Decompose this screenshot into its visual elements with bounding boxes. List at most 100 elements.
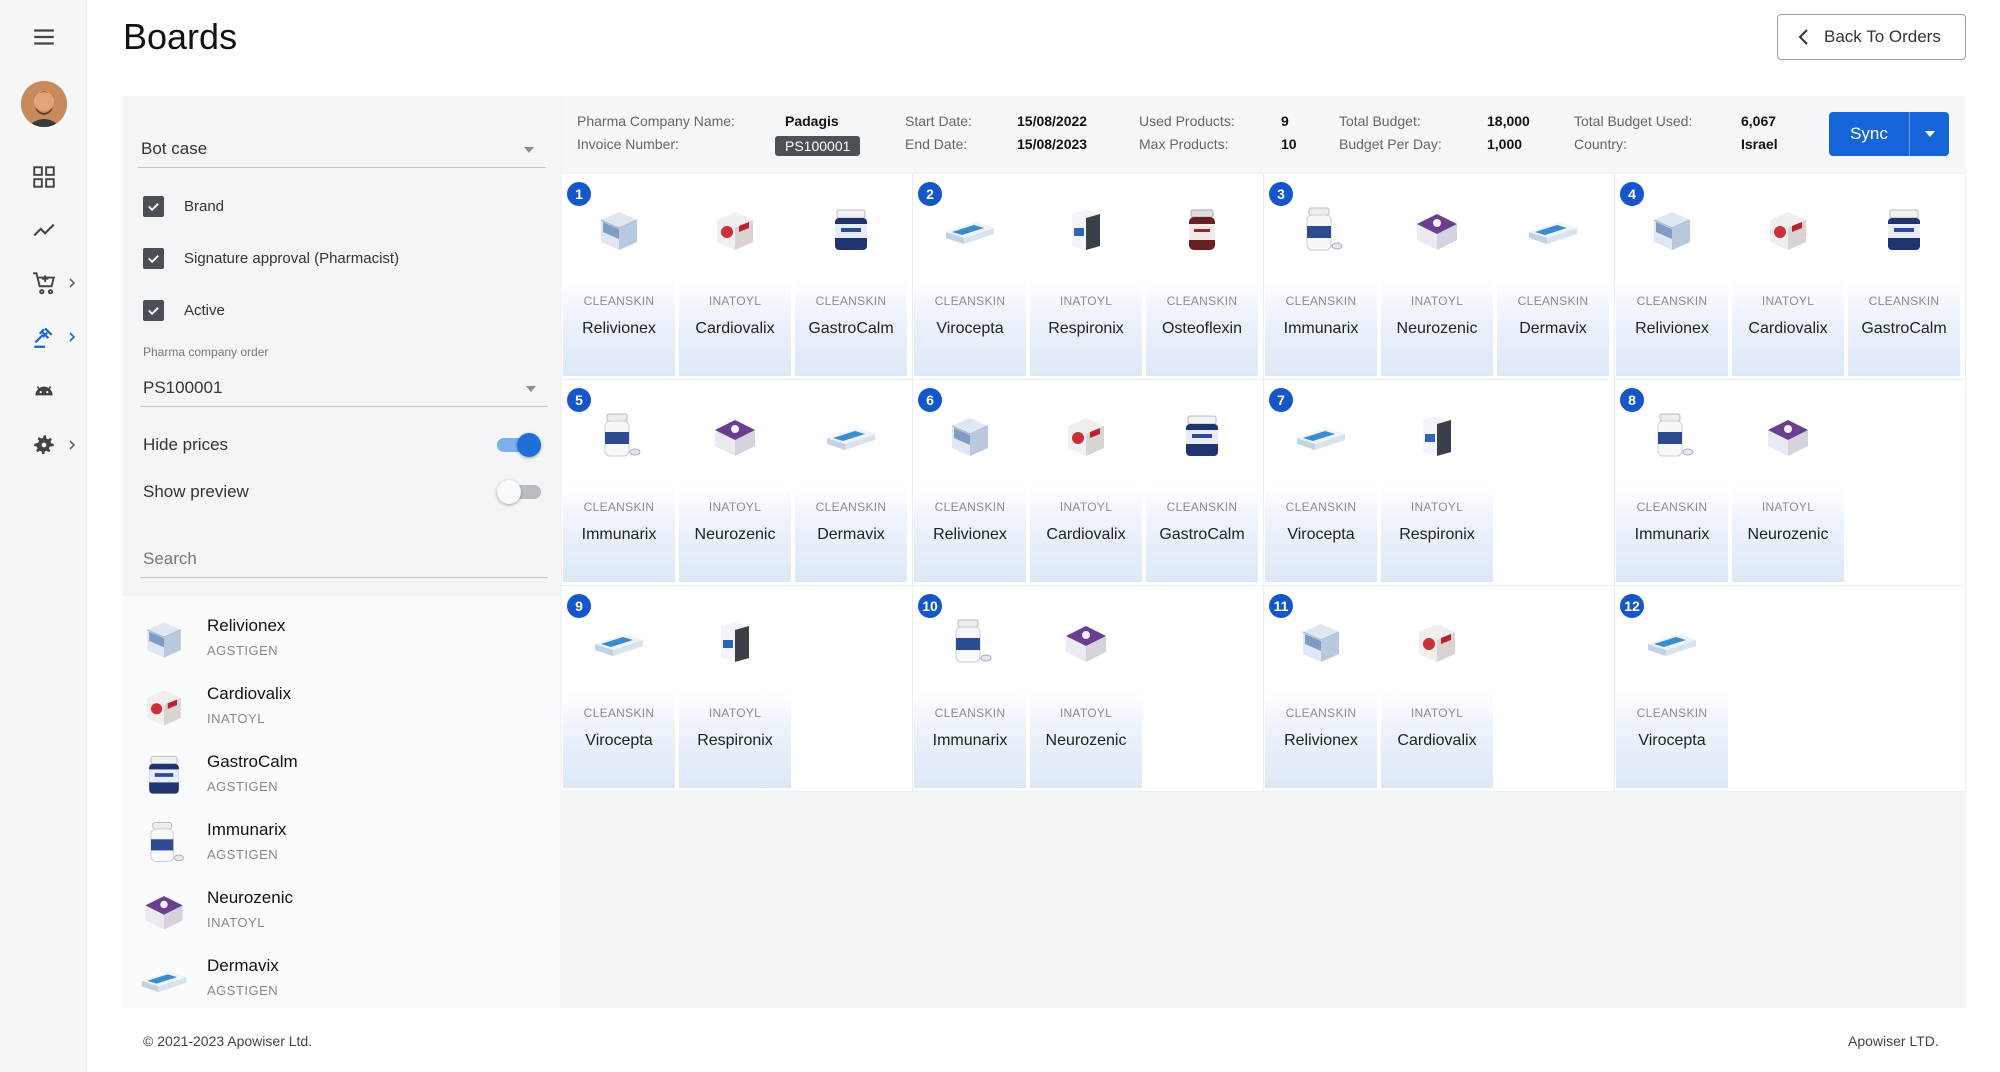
dashboard-icon[interactable] bbox=[0, 155, 87, 199]
tile-brand: INATOYL bbox=[1761, 294, 1815, 308]
gavel-icon[interactable] bbox=[0, 315, 87, 359]
show-preview-toggle[interactable] bbox=[497, 480, 541, 504]
board-product-tile[interactable]: INATOYL Cardiovalix bbox=[1732, 174, 1844, 376]
board-card[interactable]: 1 CLEANSKIN Relivionex INATOYL Cardiovalix CL… bbox=[562, 174, 913, 380]
tile-brand: CLEANSKIN bbox=[1166, 500, 1238, 514]
board-product-tile[interactable]: CLEANSKIN GastroCalm bbox=[1146, 380, 1258, 582]
tile-product-name: Cardiovalix bbox=[695, 320, 775, 337]
back-to-orders-button[interactable]: Back To Orders bbox=[1777, 14, 1966, 60]
board-card[interactable]: 3 CLEANSKIN Immunarix INATOYL Neurozenic CLEA… bbox=[1264, 174, 1615, 380]
company-label: Pharma Company Name: bbox=[577, 113, 735, 129]
tile-product-name: Virocepta bbox=[585, 732, 653, 749]
board-product-tile[interactable]: INATOYL Neurozenic bbox=[679, 380, 791, 582]
board-product-tile[interactable]: INATOYL Respironix bbox=[679, 586, 791, 788]
product-image bbox=[1058, 408, 1114, 464]
board-product-tile[interactable]: CLEANSKIN Osteoflexin bbox=[1146, 174, 1258, 376]
bot-case-select[interactable]: Bot case bbox=[138, 132, 546, 168]
tile-product-name: Cardiovalix bbox=[1046, 526, 1126, 543]
board-product-tile[interactable]: INATOYL Neurozenic bbox=[1030, 586, 1142, 788]
tile-product-name: Respironix bbox=[1399, 526, 1475, 543]
android-icon[interactable] bbox=[0, 369, 87, 413]
board-product-tile[interactable]: INATOYL Respironix bbox=[1381, 380, 1493, 582]
page-title: Boards bbox=[123, 16, 238, 57]
pharma-order-select[interactable]: Pharma company order PS100001 bbox=[140, 345, 548, 407]
board-product-tile[interactable]: INATOYL Respironix bbox=[1030, 174, 1142, 376]
board-card[interactable]: 6 CLEANSKIN Relivionex INATOYL Cardiovalix CL… bbox=[913, 380, 1264, 586]
used-products-label: Used Products: bbox=[1139, 113, 1235, 129]
board-product-tile[interactable]: INATOYL Neurozenic bbox=[1381, 174, 1493, 376]
board-card[interactable]: 11 CLEANSKIN Relivionex INATOYL Cardiovalix bbox=[1264, 586, 1615, 792]
board-product-tile[interactable]: INATOYL Cardiovalix bbox=[679, 174, 791, 376]
footer-copyright: © 2021-2023 Apowiser Ltd. bbox=[143, 1033, 313, 1049]
pharma-order-value: PS100001 bbox=[143, 378, 223, 397]
board-product-tile[interactable]: INATOYL Neurozenic bbox=[1732, 380, 1844, 582]
cart-icon[interactable] bbox=[0, 261, 87, 305]
search-input[interactable]: Search bbox=[140, 540, 548, 578]
sync-button[interactable]: Sync bbox=[1829, 112, 1909, 156]
tile-brand: CLEANSKIN bbox=[1285, 500, 1357, 514]
active-checkbox[interactable]: Active bbox=[143, 298, 225, 322]
product-brand: INATOYL bbox=[207, 915, 265, 930]
product-list-item[interactable]: Relivionex AGSTIGEN bbox=[138, 610, 538, 672]
brand-checkbox[interactable]: Brand bbox=[143, 194, 224, 218]
tile-brand: CLEANSKIN bbox=[583, 294, 655, 308]
product-image bbox=[1409, 202, 1465, 258]
board-card[interactable]: 9 CLEANSKIN Virocepta INATOYL Respironix bbox=[562, 586, 913, 792]
tile-brand: CLEANSKIN bbox=[1636, 294, 1708, 308]
board-number-badge: 11 bbox=[1269, 594, 1293, 618]
product-list-item[interactable]: Immunarix AGSTIGEN bbox=[138, 814, 538, 876]
board-card[interactable]: 5 CLEANSKIN Immunarix INATOYL Neurozenic CLEA… bbox=[562, 380, 913, 586]
tile-brand: CLEANSKIN bbox=[1636, 706, 1708, 720]
board-product-tile[interactable]: INATOYL Cardiovalix bbox=[1381, 586, 1493, 788]
tile-brand: CLEANSKIN bbox=[815, 500, 887, 514]
menu-icon[interactable] bbox=[0, 15, 87, 59]
tile-brand: CLEANSKIN bbox=[815, 294, 887, 308]
search-placeholder: Search bbox=[143, 549, 197, 568]
board-card[interactable]: 2 CLEANSKIN Virocepta INATOYL Respironix CLEA… bbox=[913, 174, 1264, 380]
board-number-badge: 3 bbox=[1269, 182, 1293, 206]
product-image bbox=[1644, 614, 1700, 670]
settings-icon[interactable] bbox=[0, 423, 87, 467]
board-product-tile[interactable]: INATOYL Cardiovalix bbox=[1030, 380, 1142, 582]
board-card[interactable]: 4 CLEANSKIN Relivionex INATOYL Cardiovalix CL… bbox=[1615, 174, 1966, 380]
board-product-tile[interactable]: CLEANSKIN GastroCalm bbox=[795, 174, 907, 376]
trending-icon[interactable] bbox=[0, 208, 87, 252]
chevron-right-icon bbox=[69, 278, 76, 288]
show-preview-row: Show preview bbox=[143, 477, 541, 507]
tile-brand: INATOYL bbox=[1059, 500, 1113, 514]
tile-product-name: GastroCalm bbox=[1861, 320, 1947, 337]
board-card[interactable]: 7 CLEANSKIN Virocepta INATOYL Respironix bbox=[1264, 380, 1615, 586]
active-checkbox-label: Active bbox=[184, 301, 225, 319]
board-product-tile[interactable]: CLEANSKIN Dermavix bbox=[795, 380, 907, 582]
sync-dropdown-button[interactable] bbox=[1909, 112, 1949, 156]
product-brand: INATOYL bbox=[207, 711, 265, 726]
product-brand: AGSTIGEN bbox=[207, 779, 279, 794]
hide-prices-toggle[interactable] bbox=[497, 433, 541, 457]
signature-approval-checkbox[interactable]: Signature approval (Pharmacist) bbox=[143, 246, 399, 270]
nav-rail bbox=[0, 0, 87, 1072]
tile-product-name: Neurozenic bbox=[1045, 732, 1127, 749]
checkbox-checked-icon[interactable] bbox=[143, 195, 164, 217]
product-list-item[interactable]: Cardiovalix INATOYL bbox=[138, 678, 538, 740]
board-product-tile[interactable]: CLEANSKIN GastroCalm bbox=[1848, 174, 1960, 376]
product-list-item[interactable]: Dermavix AGSTIGEN bbox=[138, 950, 538, 1012]
tile-brand: CLEANSKIN bbox=[1517, 294, 1589, 308]
avatar[interactable] bbox=[21, 81, 67, 127]
board-card[interactable]: 10 CLEANSKIN Immunarix INATOYL Neurozenic bbox=[913, 586, 1264, 792]
hide-prices-row: Hide prices bbox=[143, 430, 541, 460]
product-image bbox=[1174, 408, 1230, 464]
board-card[interactable]: 8 CLEANSKIN Immunarix INATOYL Neurozenic bbox=[1615, 380, 1966, 586]
tile-brand: CLEANSKIN bbox=[934, 706, 1006, 720]
product-list-item[interactable]: GastroCalm AGSTIGEN bbox=[138, 746, 538, 808]
product-list-item[interactable]: Neurozenic INATOYL bbox=[138, 882, 538, 944]
tile-product-name: Immunarix bbox=[1634, 526, 1710, 543]
total-budget-used-value: 6,067 bbox=[1741, 113, 1777, 129]
board-number-badge: 9 bbox=[567, 594, 591, 618]
tile-product-name: Virocepta bbox=[1287, 526, 1355, 543]
board-product-tile[interactable]: CLEANSKIN Dermavix bbox=[1497, 174, 1609, 376]
checkbox-checked-icon[interactable] bbox=[143, 299, 164, 321]
checkbox-checked-icon[interactable] bbox=[143, 247, 164, 269]
tile-brand: CLEANSKIN bbox=[583, 500, 655, 514]
board-card[interactable]: 12 CLEANSKIN Virocepta bbox=[1615, 586, 1966, 792]
chevron-right-icon bbox=[69, 440, 76, 450]
